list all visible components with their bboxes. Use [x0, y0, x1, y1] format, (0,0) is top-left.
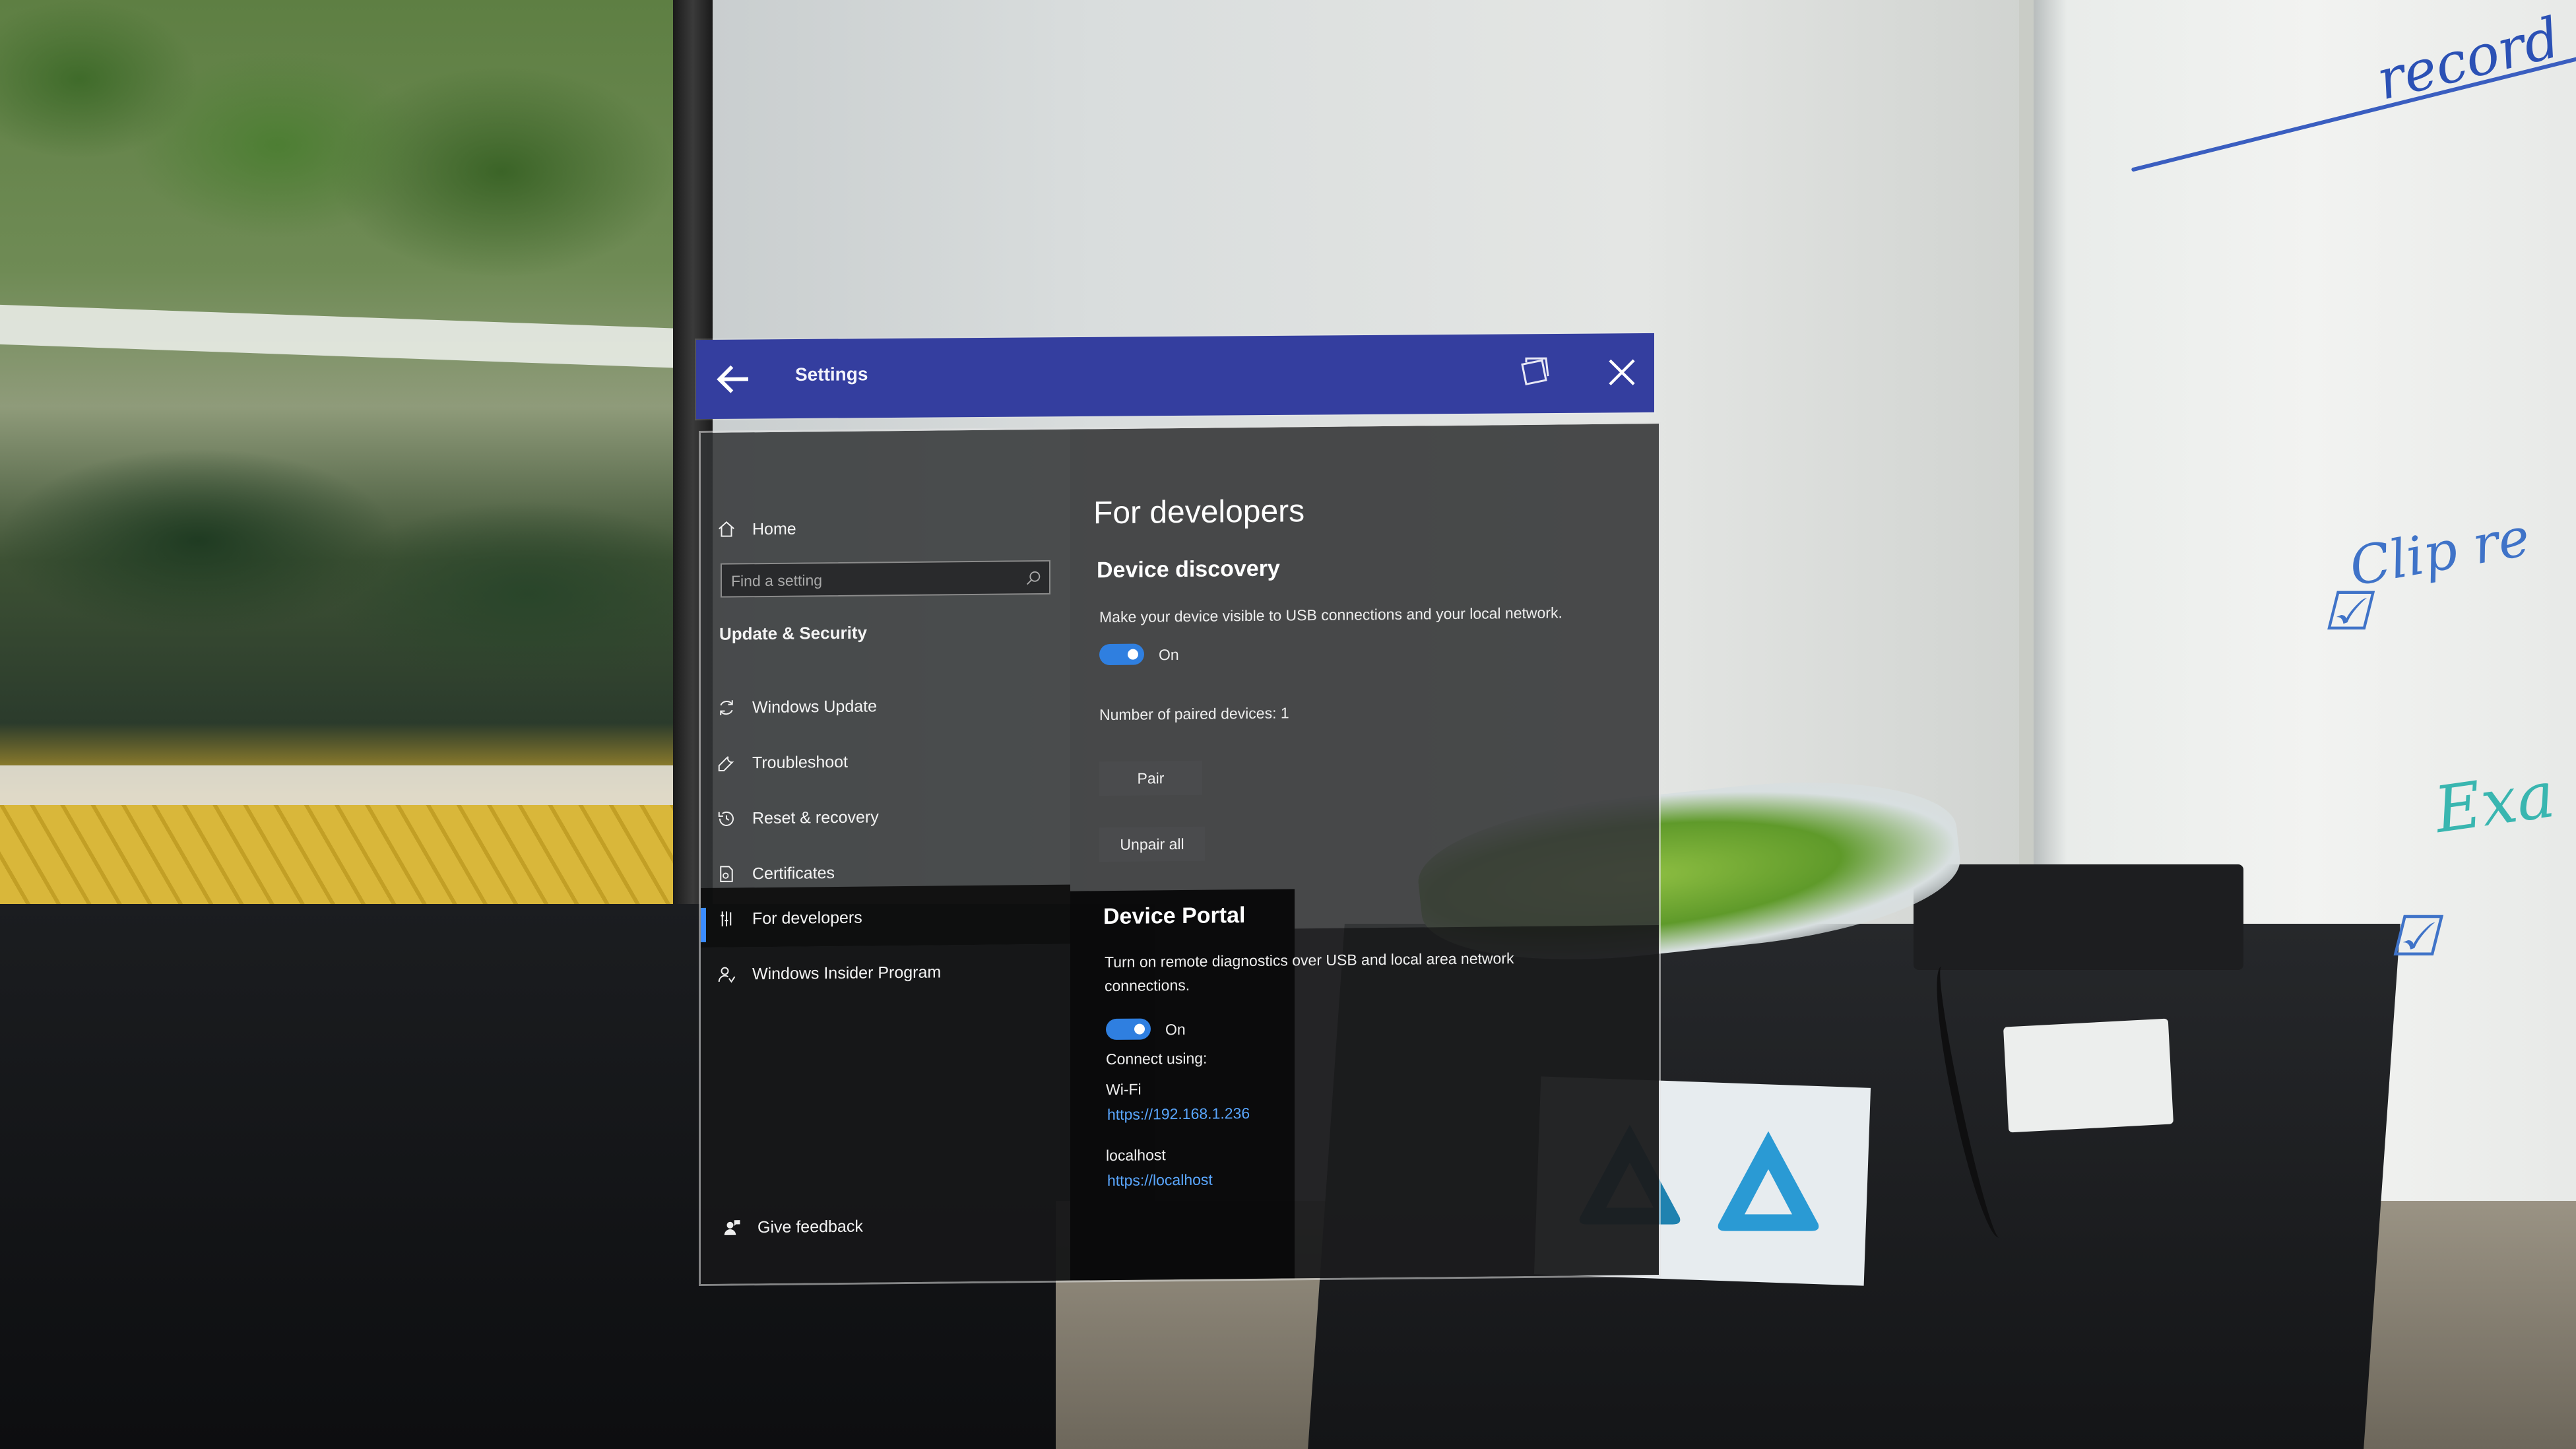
whiteboard-check-icon: ☑: [2323, 581, 2370, 642]
wifi-portal-link[interactable]: https://192.168.1.236: [1107, 1105, 1250, 1124]
device-portal-heading: Device Portal: [1103, 903, 1246, 930]
device-discovery-toggle[interactable]: [1099, 643, 1144, 666]
localhost-portal-link[interactable]: https://localhost: [1107, 1171, 1213, 1190]
whiteboard-check-icon: ☑: [2389, 904, 2439, 969]
sidebar-item-for-developers[interactable]: For developers: [715, 901, 862, 936]
search-icon[interactable]: [1024, 569, 1043, 587]
window-title: Settings: [795, 364, 868, 385]
localhost-label: localhost: [1106, 1146, 1166, 1165]
device-portal-toggle-state: On: [1165, 1020, 1186, 1039]
sync-icon: [715, 696, 738, 719]
search-input[interactable]: [722, 562, 1023, 598]
background-shelf: [0, 765, 686, 805]
title-bar: Settings: [696, 333, 1654, 420]
wrench-icon: [715, 752, 738, 774]
sidebar-item-troubleshoot[interactable]: Troubleshoot: [715, 746, 848, 780]
sidebar-item-windows-insider-program[interactable]: Windows Insider Program: [715, 955, 941, 990]
sidebar-item-label: Troubleshoot: [752, 752, 848, 772]
paired-devices-count: Number of paired devices: 1: [1099, 704, 1289, 724]
back-arrow-icon[interactable]: [711, 354, 761, 404]
device-portal-description: Turn on remote diagnostics over USB and …: [1105, 950, 1514, 995]
sidebar-item-label: Home: [752, 519, 796, 538]
unpair-all-button[interactable]: Unpair all: [1099, 826, 1205, 862]
connect-using-label: Connect using:: [1106, 1049, 1208, 1068]
sidebar-item-label: Windows Update: [752, 696, 877, 717]
sidebar-item-certificates[interactable]: Certificates: [715, 856, 835, 891]
give-feedback-label: Give feedback: [757, 1217, 863, 1237]
sidebar-item-label: Windows Insider Program: [752, 962, 942, 983]
close-icon[interactable]: [1600, 350, 1644, 394]
give-feedback-link[interactable]: Give feedback: [721, 1210, 863, 1244]
background-device-box: [1914, 864, 2243, 970]
wifi-label: Wi-Fi: [1106, 1080, 1142, 1099]
settings-content-panel: Home Update & Security Windows Update Tr…: [699, 422, 1661, 1286]
restore-window-icon[interactable]: [1514, 352, 1554, 392]
background-honeycomb-wall: [0, 805, 686, 904]
background-logo-icon: [1718, 1131, 1819, 1231]
pair-button[interactable]: Pair: [1099, 760, 1202, 796]
certificate-icon: [715, 862, 738, 885]
sidebar-item-windows-update[interactable]: Windows Update: [715, 690, 877, 724]
sidebar-item-label: For developers: [752, 908, 862, 928]
sidebar-section-heading: Update & Security: [719, 622, 867, 644]
device-discovery-heading: Device discovery: [1097, 556, 1280, 583]
home-icon: [715, 518, 738, 540]
search-field[interactable]: [721, 560, 1050, 598]
insider-person-icon: [715, 963, 738, 985]
sidebar-item-label: Reset & recovery: [752, 807, 879, 827]
device-discovery-toggle-state: On: [1159, 646, 1179, 664]
sidebar-item-reset-recovery[interactable]: Reset & recovery: [715, 800, 879, 835]
history-icon: [715, 807, 738, 829]
device-portal-toggle[interactable]: [1106, 1018, 1151, 1041]
sidebar-item-label: Certificates: [752, 863, 835, 883]
selection-indicator: [701, 907, 706, 942]
page-title: For developers: [1093, 494, 1305, 531]
feedback-person-icon: [721, 1216, 743, 1239]
developer-tools-icon: [715, 907, 738, 930]
sidebar-item-home[interactable]: Home: [715, 513, 796, 546]
settings-window: Settings Home Update & Security: [696, 333, 1661, 1286]
background-sticker: [2003, 1018, 2174, 1133]
